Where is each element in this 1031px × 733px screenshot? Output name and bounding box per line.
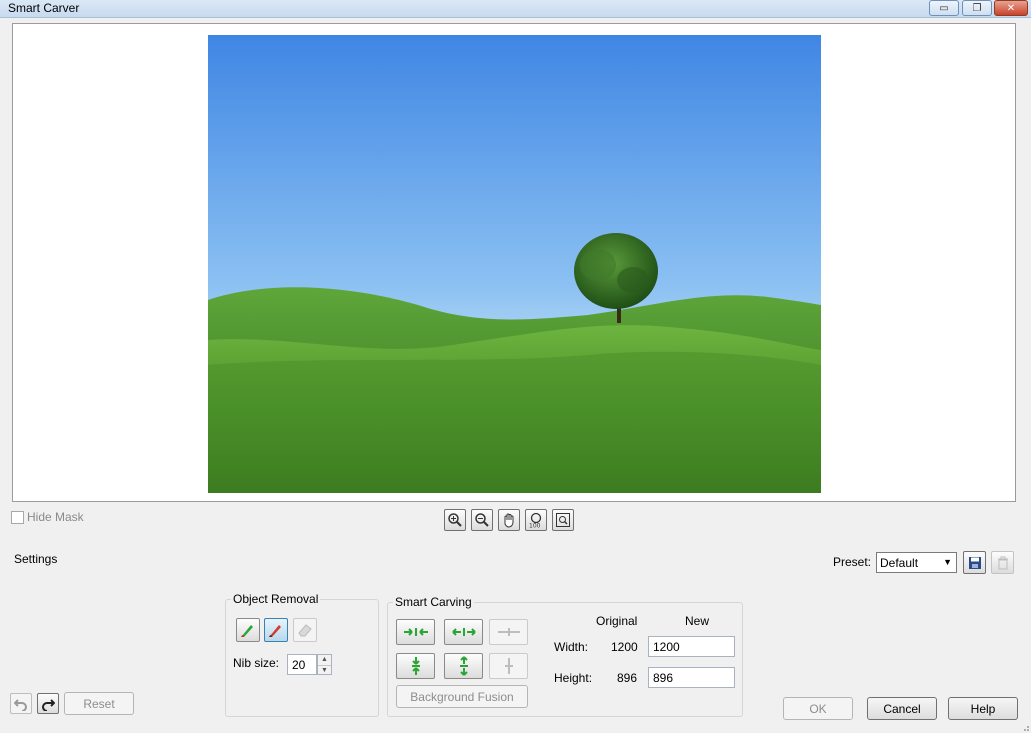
ok-button[interactable]: OK [783, 697, 853, 720]
close-icon: ✕ [1006, 2, 1016, 14]
pan-hand-icon [504, 513, 514, 528]
smart-carving-title: Smart Carving [393, 595, 474, 609]
expand-width-button[interactable] [444, 619, 483, 645]
width-label: Width: [554, 640, 589, 654]
resize-grip-icon[interactable] [1021, 723, 1029, 731]
object-removal-title: Object Removal [231, 592, 321, 606]
nib-size-input[interactable]: 20 [287, 654, 317, 675]
eraser-button[interactable] [293, 618, 317, 642]
smart-carving-group: Smart Carving Background Fusion Original… [387, 595, 743, 717]
delete-preset-button[interactable] [991, 551, 1014, 574]
trash-icon [997, 556, 1008, 569]
preset-label: Preset: [833, 555, 872, 569]
fit-window-button[interactable] [552, 509, 574, 531]
preset-select[interactable]: Default ▼ [876, 552, 957, 573]
zoom-out-button[interactable] [471, 509, 493, 531]
nib-size-label: Nib size: [233, 656, 280, 670]
original-header: Original [596, 614, 638, 628]
save-icon [968, 556, 981, 569]
restore-icon: ❐ [972, 2, 982, 14]
window-title: Smart Carver [8, 1, 80, 15]
hide-mask-label: Hide Mask [27, 510, 84, 524]
minimize-icon: ▭ [939, 2, 949, 14]
height-original-value: 896 [617, 671, 638, 685]
object-removal-group: Object Removal Nib size: 20 ▲ ▼ [225, 592, 379, 717]
undo-button[interactable] [10, 693, 32, 714]
red-brush-icon [269, 625, 281, 637]
zoom-100-button[interactable]: 100 [525, 509, 547, 531]
width-original-value: 1200 [611, 640, 638, 654]
width-protect-button[interactable] [489, 619, 528, 645]
restore-button[interactable]: ❐ [962, 0, 992, 16]
preview-canvas[interactable] [12, 23, 1016, 502]
arrows-outward-vertical-icon [459, 656, 468, 676]
remove-brush-button[interactable] [236, 618, 260, 642]
zoom-in-button[interactable] [444, 509, 466, 531]
close-button[interactable]: ✕ [994, 0, 1028, 16]
shrink-width-button[interactable] [396, 619, 435, 645]
chevron-down-icon: ▼ [943, 557, 952, 567]
height-label: Height: [554, 671, 593, 685]
height-protect-button[interactable] [489, 653, 528, 679]
zoom-out-icon [475, 513, 489, 527]
minimize-button[interactable]: ▭ [929, 0, 959, 16]
width-new-input[interactable]: 1200 [648, 636, 735, 657]
arrows-horizontal-disabled-icon [497, 628, 520, 636]
hide-mask-box[interactable] [11, 510, 24, 524]
landscape-image[interactable] [208, 35, 821, 493]
height-new-input[interactable]: 896 [648, 667, 735, 688]
save-preset-button[interactable] [963, 551, 986, 574]
protect-brush-button[interactable] [264, 618, 288, 642]
new-header: New [685, 614, 710, 628]
fit-to-window-icon [556, 513, 570, 527]
arrows-inward-vertical-icon [411, 657, 420, 675]
arrows-inward-horizontal-icon [403, 628, 428, 636]
redo-icon [42, 698, 55, 711]
cancel-button[interactable]: Cancel [867, 697, 937, 720]
hide-mask-checkbox[interactable]: Hide Mask [11, 510, 84, 524]
shrink-height-button[interactable] [396, 653, 435, 679]
nib-size-spinner[interactable]: ▲ ▼ [317, 654, 332, 675]
expand-height-button[interactable] [444, 653, 483, 679]
eraser-icon [298, 624, 312, 637]
svg-text:100: 100 [529, 523, 541, 529]
arrows-vertical-disabled-icon [504, 658, 513, 674]
title-bar: Smart Carver ▭ ❐ ✕ [0, 0, 1031, 18]
settings-title: Settings [14, 552, 58, 566]
undo-icon [14, 698, 27, 711]
redo-button[interactable] [37, 693, 59, 714]
zoom-in-icon [448, 513, 462, 527]
preset-value: Default [880, 556, 919, 570]
green-brush-icon [241, 625, 253, 637]
pan-button[interactable] [498, 509, 520, 531]
spin-up-icon[interactable]: ▲ [318, 655, 331, 665]
reset-button[interactable]: Reset [64, 692, 134, 715]
zoom-100-icon: 100 [529, 512, 542, 529]
arrows-outward-horizontal-icon [451, 628, 476, 636]
zoom-toolbar: 100 [444, 509, 574, 531]
background-fusion-button[interactable]: Background Fusion [396, 685, 528, 708]
help-button[interactable]: Help [948, 697, 1018, 720]
spin-down-icon[interactable]: ▼ [318, 665, 331, 675]
